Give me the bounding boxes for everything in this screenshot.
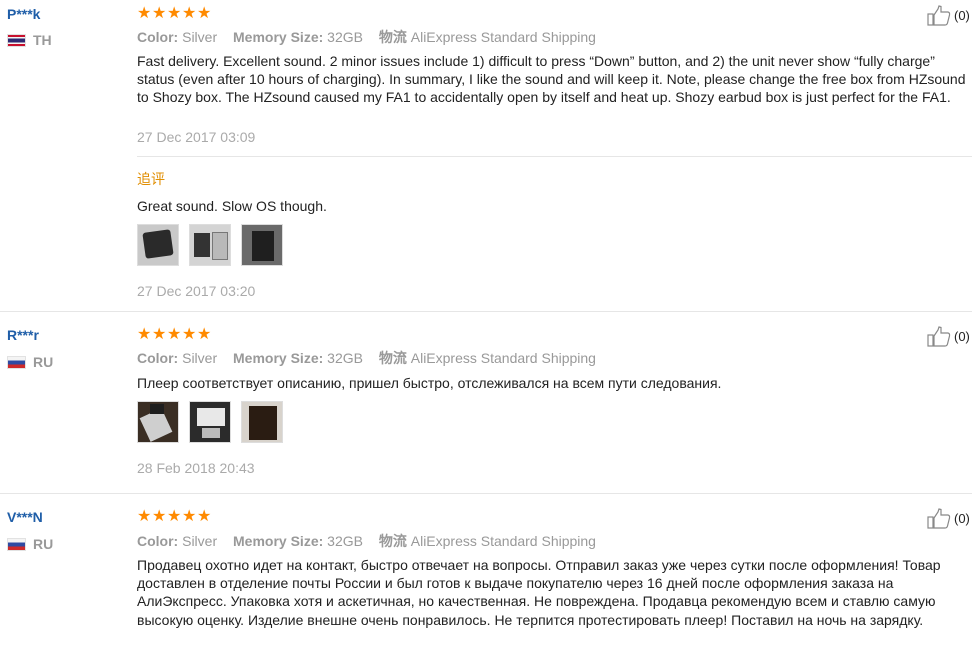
review-date: 28 Feb 2018 20:43 [137, 460, 255, 476]
star-icon: ★ [197, 508, 212, 525]
star-icon: ★ [152, 508, 167, 525]
review-photo-thumbnail[interactable] [189, 224, 231, 266]
memory-label: Memory Size: [233, 29, 324, 45]
star-rating: ★ ★ ★ ★ ★ [137, 509, 212, 525]
star-icon: ★ [182, 5, 197, 22]
star-icon: ★ [197, 326, 212, 343]
logistics-label: 物流 [378, 350, 407, 366]
star-icon: ★ [167, 5, 182, 22]
helpful-button[interactable]: (0) [927, 326, 970, 347]
helpful-button[interactable]: (0) [927, 508, 970, 529]
review-photo-thumbnail[interactable] [137, 401, 179, 443]
color-value: Silver [182, 533, 218, 549]
thumbs-up-icon [927, 5, 951, 26]
review-text: Продавец охотно идет на контакт, быстро … [137, 557, 941, 628]
review-photos [137, 224, 293, 266]
color-label: Color: [137, 533, 179, 549]
thumbs-up-icon [927, 508, 951, 529]
like-count: (0) [954, 511, 970, 526]
product-attributes: Color: Silver Memory Size: 32GB 物流 AliEx… [137, 348, 596, 368]
like-count: (0) [954, 329, 970, 344]
review-photos [137, 401, 293, 443]
star-icon: ★ [167, 508, 182, 525]
color-value: Silver [182, 29, 218, 45]
helpful-button[interactable]: (0) [927, 5, 970, 26]
star-icon: ★ [137, 508, 152, 525]
star-icon: ★ [197, 5, 212, 22]
country-code: RU [33, 354, 54, 370]
country-code: TH [33, 32, 52, 48]
memory-value: 32GB [327, 533, 363, 549]
thumbs-up-icon [927, 326, 951, 347]
logistics-value: AliExpress Standard Shipping [410, 350, 596, 366]
star-icon: ★ [137, 326, 152, 343]
memory-label: Memory Size: [233, 533, 324, 549]
logistics-value: AliExpress Standard Shipping [410, 29, 596, 45]
divider [137, 156, 972, 157]
memory-value: 32GB [327, 350, 363, 366]
reviewer-name[interactable]: P***k [7, 6, 40, 22]
product-attributes: Color: Silver Memory Size: 32GB 物流 AliEx… [137, 531, 596, 551]
color-value: Silver [182, 350, 218, 366]
reviewer-country: RU [7, 536, 53, 552]
review-text: Плеер соответствует описанию, пришел быс… [137, 375, 722, 391]
review-photo-thumbnail[interactable] [189, 401, 231, 443]
star-icon: ★ [182, 508, 197, 525]
reviewer-country: RU [7, 354, 53, 370]
star-icon: ★ [152, 5, 167, 22]
reviewer-country: TH [7, 32, 52, 48]
star-icon: ★ [182, 326, 197, 343]
logistics-label: 物流 [378, 533, 407, 549]
star-rating: ★ ★ ★ ★ ★ [137, 6, 212, 22]
followup-text: Great sound. Slow OS though. [137, 198, 327, 214]
divider [0, 311, 972, 312]
logistics-value: AliExpress Standard Shipping [410, 533, 596, 549]
country-code: RU [33, 536, 54, 552]
thailand-flag-icon [7, 33, 26, 47]
review-text: Fast delivery. Excellent sound. 2 minor … [137, 53, 966, 106]
review-photo-thumbnail[interactable] [241, 401, 283, 443]
like-count: (0) [954, 8, 970, 23]
product-attributes: Color: Silver Memory Size: 32GB 物流 AliEx… [137, 27, 596, 47]
reviewer-name[interactable]: R***r [7, 327, 39, 343]
followup-date: 27 Dec 2017 03:20 [137, 283, 256, 299]
review-date: 27 Dec 2017 03:09 [137, 129, 256, 145]
memory-value: 32GB [327, 29, 363, 45]
russia-flag-icon [7, 355, 26, 369]
russia-flag-icon [7, 537, 26, 551]
divider [0, 493, 972, 494]
star-icon: ★ [137, 5, 152, 22]
star-icon: ★ [152, 326, 167, 343]
logistics-label: 物流 [378, 29, 407, 45]
star-icon: ★ [167, 326, 182, 343]
memory-label: Memory Size: [233, 350, 324, 366]
review-photo-thumbnail[interactable] [137, 224, 179, 266]
color-label: Color: [137, 350, 179, 366]
reviewer-name[interactable]: V***N [7, 509, 43, 525]
review-photo-thumbnail[interactable] [241, 224, 283, 266]
color-label: Color: [137, 29, 179, 45]
star-rating: ★ ★ ★ ★ ★ [137, 327, 212, 343]
followup-label: 追评 [137, 171, 165, 187]
